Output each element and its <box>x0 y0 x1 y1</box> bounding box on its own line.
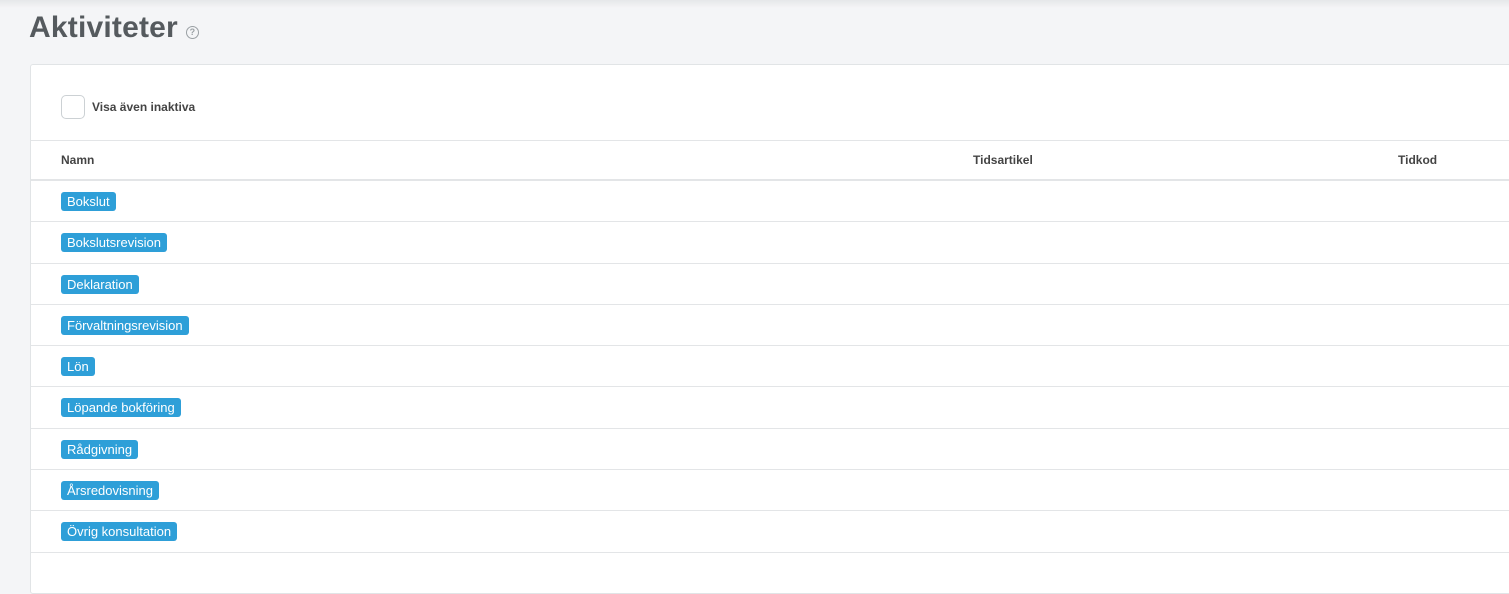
column-header-tidkod[interactable]: Tidkod <box>1398 153 1437 167</box>
activity-name-tag[interactable]: Lön <box>61 357 95 377</box>
activities-card: Visa även inaktiva Namn Tidsartikel Tidk… <box>30 64 1509 594</box>
activity-name-tag[interactable]: Årsredovisning <box>61 481 159 501</box>
page-header: Aktiviteter ? <box>29 10 199 46</box>
table-row[interactable]: Lön <box>31 346 1509 388</box>
top-shadow <box>0 0 1509 8</box>
show-inactive-label[interactable]: Visa även inaktiva <box>92 100 195 114</box>
table-body: Bokslut Bokslutsrevision Deklaration Förval… <box>31 181 1509 553</box>
table-row[interactable]: Deklaration <box>31 264 1509 305</box>
activity-name-tag[interactable]: Övrig konsultation <box>61 522 178 542</box>
activity-name-tag[interactable]: Rådgivning <box>61 439 139 459</box>
table-row[interactable]: Förvaltningsrevision <box>31 305 1509 347</box>
column-header-namn[interactable]: Namn <box>61 153 94 167</box>
activity-name-tag[interactable]: Löpande bokföring <box>61 398 181 418</box>
activity-name-tag[interactable]: Bokslut <box>61 192 116 211</box>
table-row[interactable]: Bokslut <box>31 181 1509 223</box>
activities-table: Namn Tidsartikel Tidkod Bokslut Bokslutsr… <box>31 140 1509 553</box>
table-row[interactable]: Löpande bokföring <box>31 387 1509 429</box>
activity-name-tag[interactable]: Bokslutsrevision <box>61 233 167 253</box>
filter-row: Visa även inaktiva <box>61 95 195 119</box>
column-header-tidsartikel[interactable]: Tidsartikel <box>973 153 1033 167</box>
activity-name-tag[interactable]: Förvaltningsrevision <box>61 315 189 335</box>
table-row[interactable]: Årsredovisning <box>31 470 1509 512</box>
question-circle-icon[interactable]: ? <box>185 25 199 39</box>
table-header: Namn Tidsartikel Tidkod <box>31 140 1509 181</box>
table-row[interactable]: Bokslutsrevision <box>31 222 1509 264</box>
page-title: Aktiviteter <box>29 11 178 44</box>
show-inactive-checkbox[interactable] <box>61 95 85 119</box>
table-row[interactable]: Rådgivning <box>31 429 1509 471</box>
table-row[interactable]: Övrig konsultation <box>31 511 1509 553</box>
activity-name-tag[interactable]: Deklaration <box>61 274 139 294</box>
